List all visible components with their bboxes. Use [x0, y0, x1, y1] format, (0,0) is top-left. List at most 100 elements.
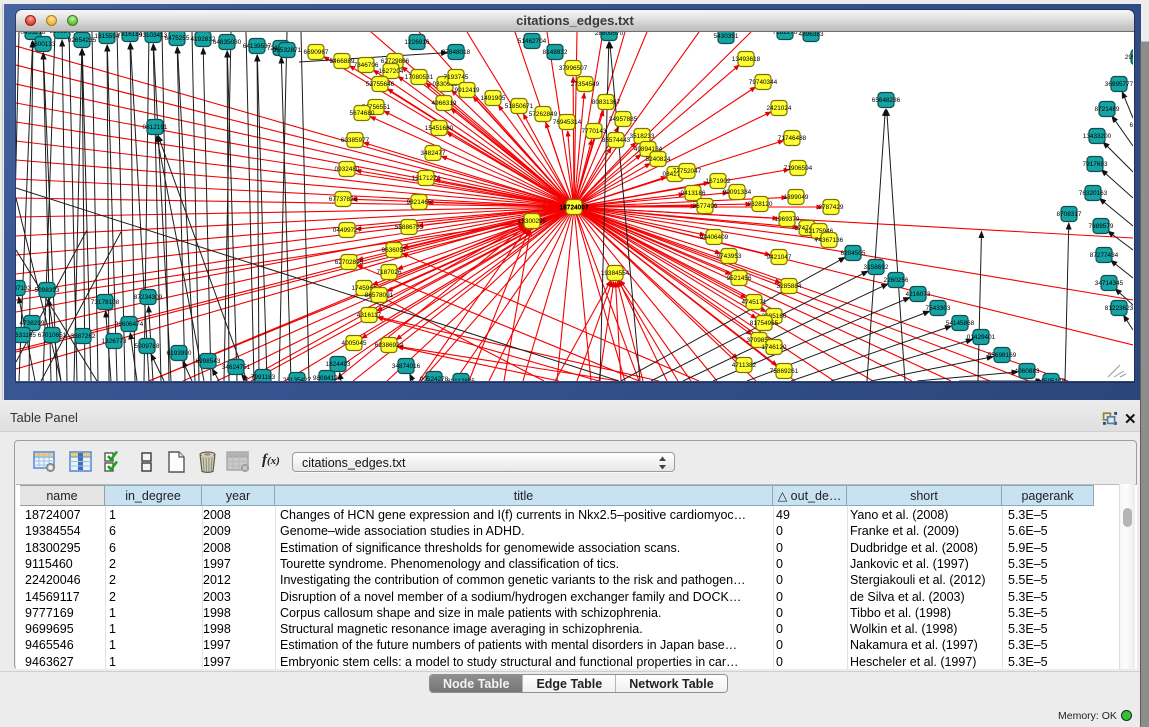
- svg-text:55886753: 55886753: [395, 224, 424, 231]
- svg-text:4005045: 4005045: [342, 340, 367, 347]
- svg-text:76945314: 76945314: [553, 119, 582, 126]
- svg-text:5009788: 5009788: [135, 343, 160, 350]
- svg-text:6204505: 6204505: [841, 250, 866, 257]
- svg-text:4896383: 4896383: [799, 32, 824, 38]
- svg-text:80831367: 80831367: [592, 99, 621, 106]
- svg-text:98084124: 98084124: [313, 375, 342, 381]
- svg-text:02606474: 02606474: [115, 321, 144, 328]
- svg-text:4711382: 4711382: [732, 362, 757, 369]
- svg-text:55698169: 55698169: [988, 352, 1017, 359]
- svg-text:67010651: 67010651: [38, 332, 67, 339]
- svg-text:27354549: 27354549: [571, 81, 600, 88]
- svg-text:81754965: 81754965: [750, 320, 779, 327]
- svg-text:15451680: 15451680: [425, 125, 454, 132]
- svg-text:65787133: 65787133: [16, 285, 32, 292]
- svg-text:75869261: 75869261: [770, 368, 799, 375]
- svg-text:51850671: 51850671: [505, 103, 534, 110]
- svg-text:9743953: 9743953: [717, 253, 742, 260]
- svg-text:61595148: 61595148: [1037, 378, 1066, 381]
- svg-text:65648236: 65648236: [872, 97, 901, 104]
- svg-text:1746120: 1746120: [762, 344, 787, 351]
- svg-text:9521456: 9521456: [727, 275, 752, 282]
- svg-text:53755646: 53755646: [366, 81, 395, 88]
- svg-text:00524278: 00524278: [420, 376, 449, 381]
- svg-text:5466889: 5466889: [330, 58, 355, 65]
- svg-text:3387262: 3387262: [71, 333, 96, 340]
- svg-text:1824493: 1824493: [326, 361, 351, 368]
- svg-text:4738299: 4738299: [20, 320, 45, 327]
- svg-text:8677496: 8677496: [693, 203, 718, 210]
- svg-text:7193745: 7193745: [444, 74, 469, 81]
- svg-text:5674680: 5674680: [350, 110, 375, 117]
- svg-text:2421024: 2421024: [767, 105, 792, 112]
- svg-text:5240824: 5240824: [646, 156, 671, 163]
- svg-text:57262849: 57262849: [529, 111, 558, 118]
- svg-text:2787429: 2787429: [819, 204, 844, 211]
- svg-text:71746488: 71746488: [778, 135, 807, 142]
- svg-text:77752047: 77752047: [673, 168, 702, 175]
- svg-text:1226916: 1226916: [405, 39, 430, 46]
- svg-text:6998543: 6998543: [196, 358, 221, 365]
- svg-text:36995777: 36995777: [1105, 81, 1133, 88]
- svg-text:71906594: 71906594: [784, 165, 813, 172]
- svg-text:25135427: 25135427: [283, 377, 312, 381]
- svg-text:51462704: 51462704: [518, 38, 547, 45]
- svg-text:5430391: 5430391: [714, 33, 739, 40]
- svg-text:67737826: 67737826: [329, 196, 358, 203]
- svg-text:8148932: 8148932: [543, 49, 568, 56]
- svg-text:9636057: 9636057: [382, 247, 407, 254]
- svg-text:13171274: 13171274: [412, 175, 441, 182]
- svg-text:37631165: 37631165: [16, 332, 36, 339]
- svg-text:3285884: 3285884: [777, 283, 802, 290]
- svg-text:85574443: 85574443: [602, 137, 631, 144]
- svg-text:9821465: 9821465: [407, 199, 432, 206]
- svg-text:62386922: 62386922: [375, 342, 404, 349]
- svg-text:1491905: 1491905: [481, 95, 506, 102]
- svg-text:2260256: 2260256: [884, 277, 909, 284]
- svg-text:73178108: 73178108: [91, 299, 120, 306]
- svg-text:4966319: 4966319: [432, 100, 457, 107]
- svg-text:34957885: 34957885: [609, 116, 638, 123]
- svg-text:37996507: 37996507: [559, 65, 588, 72]
- svg-text:34714345: 34714345: [1095, 280, 1124, 287]
- svg-text:4060883: 4060883: [1015, 368, 1040, 375]
- svg-text:9421047: 9421047: [767, 254, 792, 261]
- svg-text:9912419: 9912419: [455, 87, 480, 94]
- svg-text:7917693: 7917693: [1083, 161, 1108, 168]
- svg-text:6475255: 6475255: [165, 35, 190, 42]
- svg-text:3518233: 3518233: [630, 133, 655, 140]
- svg-text:9600133: 9600133: [31, 41, 56, 48]
- svg-text:5098393: 5098393: [35, 287, 60, 294]
- svg-text:7346706: 7346706: [354, 62, 379, 69]
- svg-text:7187026: 7187026: [377, 269, 402, 276]
- svg-text:7991183: 7991183: [251, 374, 276, 381]
- svg-text:87234309: 87234309: [134, 294, 163, 301]
- svg-text:76320163: 76320163: [1079, 190, 1108, 197]
- svg-text:13433200: 13433200: [1083, 133, 1112, 140]
- svg-text:9413186: 9413186: [681, 190, 706, 197]
- svg-text:6690967: 6690967: [304, 49, 329, 56]
- svg-text:8708317: 8708317: [1057, 211, 1082, 218]
- svg-text:93103413: 93103413: [139, 32, 168, 39]
- svg-text:0932480: 0932480: [335, 166, 360, 173]
- svg-text:28809570: 28809570: [595, 32, 624, 37]
- svg-text:81223623: 81223623: [1105, 305, 1133, 312]
- svg-text:8386379: 8386379: [50, 32, 75, 35]
- svg-text:4745171: 4745171: [742, 299, 767, 306]
- svg-text:29946804: 29946804: [1125, 54, 1133, 61]
- svg-text:1627204: 1627204: [379, 68, 404, 75]
- svg-text:8721489: 8721489: [1095, 106, 1120, 113]
- svg-text:18300295: 18300295: [518, 218, 547, 225]
- svg-text:1671902: 1671902: [706, 178, 731, 185]
- svg-text:6193990: 6193990: [167, 350, 192, 357]
- svg-text:04499727: 04499727: [333, 227, 362, 234]
- svg-text:64835030: 64835030: [213, 39, 242, 46]
- svg-text:34874016: 34874016: [392, 363, 421, 370]
- svg-text:60385977: 60385977: [341, 137, 370, 144]
- svg-text:3482477: 3482477: [421, 150, 446, 157]
- svg-text:7182278: 7182278: [773, 32, 798, 36]
- svg-text:18724007: 18724007: [559, 205, 589, 212]
- svg-text:79740344: 79740344: [749, 79, 778, 86]
- svg-text:19384554: 19384554: [601, 270, 630, 277]
- svg-text:7543303: 7543303: [926, 305, 951, 312]
